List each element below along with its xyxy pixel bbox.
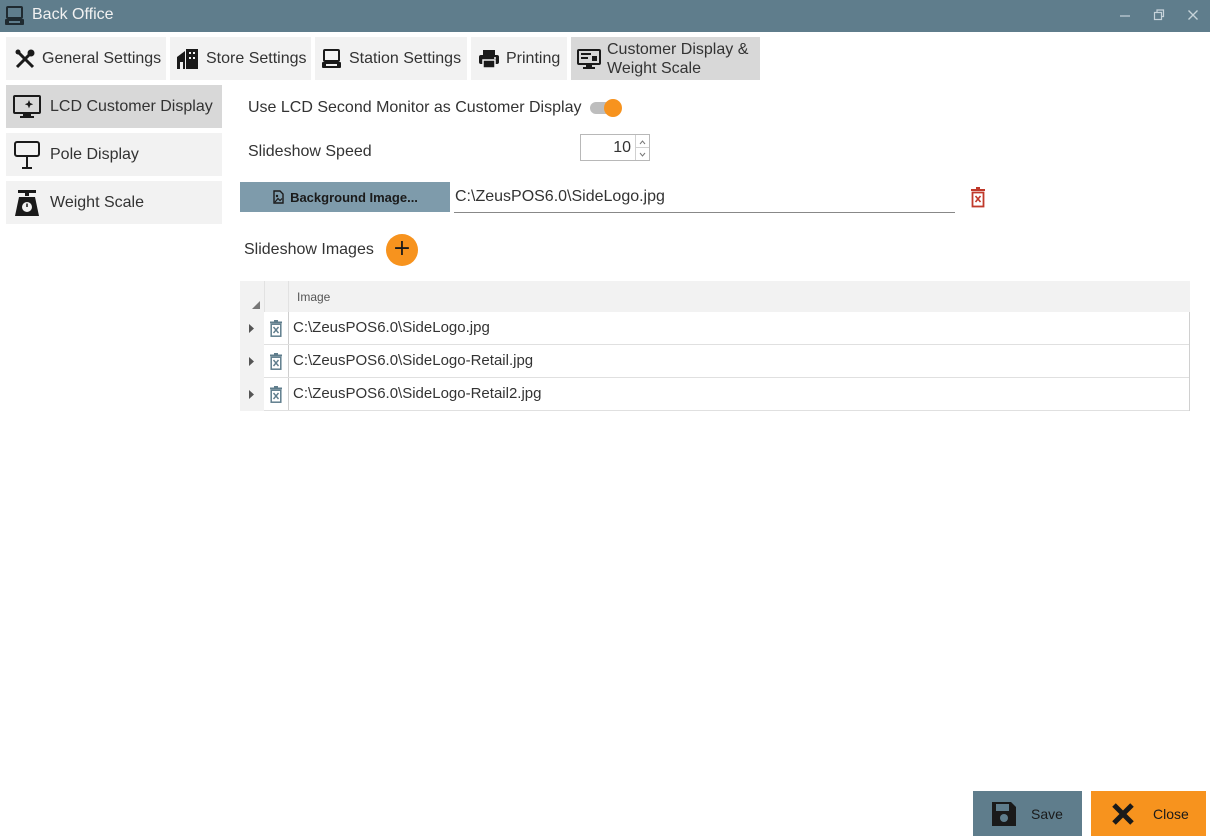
close-button-label: Close <box>1153 805 1189 822</box>
weight-scale-icon <box>15 189 39 216</box>
spin-down-button[interactable] <box>635 148 649 160</box>
delete-icon <box>270 353 282 370</box>
close-x-icon <box>1112 802 1134 825</box>
use-second-monitor-toggle[interactable] <box>590 98 624 118</box>
tab-label: General Settings <box>42 49 162 67</box>
slideshow-speed-input[interactable] <box>581 135 633 160</box>
plus-icon: + <box>392 236 412 261</box>
chevron-up-icon <box>639 140 646 145</box>
add-slideshow-image-button[interactable]: + <box>386 234 418 266</box>
sidebar-item-label: Pole Display <box>50 145 139 163</box>
clear-background-button[interactable] <box>968 187 988 214</box>
image-file-icon <box>273 190 284 204</box>
row-expand-button[interactable] <box>240 378 264 411</box>
tab-label: Customer Display & Weight Scale <box>607 40 748 78</box>
grid-select-all-corner[interactable] <box>240 281 265 312</box>
pos-terminal-icon <box>4 5 26 32</box>
grid-header-cell <box>264 281 289 312</box>
title-bar: Back Office <box>0 0 1210 32</box>
chevron-right-icon <box>249 357 254 366</box>
restore-icon[interactable] <box>1148 6 1170 26</box>
row-expand-button[interactable] <box>240 312 264 345</box>
chevron-right-icon <box>249 324 254 333</box>
table-row[interactable]: C:\ZeusPOS6.0\SideLogo-Retail.jpg <box>240 345 1190 378</box>
close-icon[interactable] <box>1182 6 1204 26</box>
background-image-button[interactable]: Background Image... <box>240 182 450 212</box>
window-title: Back Office <box>32 6 114 23</box>
row-delete-button[interactable] <box>264 378 289 411</box>
row-delete-button[interactable] <box>264 345 289 378</box>
sidebar-item-lcd-customer-display[interactable]: LCD Customer Display <box>6 85 222 128</box>
tab-label: Station Settings <box>349 49 462 67</box>
store-building-icon <box>177 48 198 69</box>
sidebar-item-label: Weight Scale <box>50 193 144 211</box>
toggle-knob <box>604 99 622 117</box>
chevron-down-icon <box>639 152 646 157</box>
sidebar-item-pole-display[interactable]: Pole Display <box>6 133 222 176</box>
close-button[interactable]: Close <box>1091 791 1206 836</box>
corner-triangle-icon <box>252 301 260 309</box>
background-image-path-field[interactable] <box>454 182 955 213</box>
slideshow-speed-label: Slideshow Speed <box>248 143 372 160</box>
tools-icon <box>15 49 35 68</box>
table-row[interactable]: C:\ZeusPOS6.0\SideLogo-Retail2.jpg <box>240 378 1190 411</box>
printer-icon <box>479 49 499 69</box>
tab-general-settings[interactable]: General Settings <box>6 37 166 80</box>
minimize-icon[interactable] <box>1114 6 1136 26</box>
row-expand-button[interactable] <box>240 345 264 378</box>
table-row[interactable]: C:\ZeusPOS6.0\SideLogo.jpg <box>240 312 1190 345</box>
chevron-right-icon <box>249 390 254 399</box>
tab-customer-display-weight-scale[interactable]: Customer Display & Weight Scale <box>571 37 760 80</box>
save-button[interactable]: Save <box>973 791 1082 836</box>
lcd-monitor-icon <box>13 94 41 118</box>
delete-icon <box>270 320 282 337</box>
tab-label-line1: Customer Display & <box>607 40 749 58</box>
pole-display-icon <box>14 140 40 169</box>
row-delete-button[interactable] <box>264 312 289 345</box>
pos-terminal-icon <box>322 48 341 68</box>
customer-display-icon <box>577 48 601 69</box>
slideshow-speed-stepper[interactable] <box>580 134 650 161</box>
floppy-disk-icon <box>992 801 1016 826</box>
tab-label: Store Settings <box>206 49 307 67</box>
image-path-cell[interactable]: C:\ZeusPOS6.0\SideLogo.jpg <box>293 319 490 336</box>
sidebar-item-label: LCD Customer Display <box>50 97 213 115</box>
use-second-monitor-label: Use LCD Second Monitor as Customer Displ… <box>248 99 582 116</box>
slideshow-images-label: Slideshow Images <box>244 241 374 258</box>
row-border <box>1189 378 1190 411</box>
row-border <box>1189 345 1190 378</box>
row-border <box>1189 312 1190 345</box>
tab-label-line2: Weight Scale <box>607 59 701 77</box>
grid-header: Image <box>240 281 1190 312</box>
tab-station-settings[interactable]: Station Settings <box>315 37 467 80</box>
slideshow-images-grid: Image C:\ZeusPOS6.0\SideLogo.jpg C:\Zeus… <box>240 281 1190 411</box>
image-path-cell[interactable]: C:\ZeusPOS6.0\SideLogo-Retail.jpg <box>293 352 533 369</box>
image-path-cell[interactable]: C:\ZeusPOS6.0\SideLogo-Retail2.jpg <box>293 385 541 402</box>
tab-printing[interactable]: Printing <box>471 37 567 80</box>
background-image-button-label: Background Image... <box>290 189 418 205</box>
column-header-image[interactable]: Image <box>297 290 330 304</box>
spin-up-button[interactable] <box>635 135 649 148</box>
save-button-label: Save <box>1031 805 1063 822</box>
sidebar-item-weight-scale[interactable]: Weight Scale <box>6 181 222 224</box>
row-divider <box>264 410 1190 411</box>
delete-icon <box>971 187 985 208</box>
tab-store-settings[interactable]: Store Settings <box>170 37 311 80</box>
tab-label: Printing <box>506 49 561 67</box>
delete-icon <box>270 386 282 403</box>
